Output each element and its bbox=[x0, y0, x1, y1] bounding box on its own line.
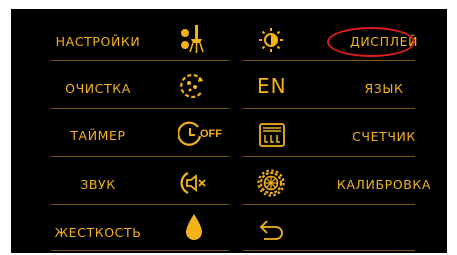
divider bbox=[51, 108, 229, 109]
counter-icon bbox=[259, 123, 285, 147]
hardness-label: ЖЕСТКОСТЬ bbox=[54, 225, 142, 240]
divider bbox=[51, 156, 229, 157]
calibration-gear-icon bbox=[257, 169, 285, 197]
water-drop-icon bbox=[186, 214, 202, 240]
language-icon: EN bbox=[257, 74, 287, 98]
display-highlight-oval bbox=[327, 27, 415, 57]
language-menu-item[interactable]: EN ЯЗЫК bbox=[239, 61, 447, 109]
timer-off-icon: OFF bbox=[178, 121, 222, 146]
back-arrow-icon bbox=[259, 220, 283, 240]
divider bbox=[51, 204, 229, 205]
counter-label: СЧЕТЧИК bbox=[352, 129, 416, 144]
hardness-menu-item[interactable]: ЖЕСТКОСТЬ bbox=[11, 205, 239, 253]
back-menu-item[interactable] bbox=[239, 205, 447, 253]
sound-off-icon bbox=[180, 172, 206, 194]
divider bbox=[243, 108, 415, 109]
cleaning-icon bbox=[180, 73, 203, 99]
sound-menu-item[interactable]: ЗВУК bbox=[11, 157, 239, 205]
settings-icon bbox=[181, 25, 204, 53]
divider bbox=[51, 250, 229, 251]
timer-menu-item[interactable]: ТАЙМЕР OFF bbox=[11, 109, 239, 157]
timer-off-text: OFF bbox=[200, 128, 222, 140]
divider bbox=[243, 250, 415, 251]
counter-menu-item[interactable]: СЧЕТЧИК bbox=[239, 109, 447, 157]
cleaning-menu-item[interactable]: ОЧИСТКА bbox=[11, 61, 239, 109]
divider bbox=[243, 204, 415, 205]
settings-menu-item[interactable]: НАСТРОЙКИ bbox=[11, 9, 239, 61]
calibration-menu-item[interactable]: КАЛИБРОВКА bbox=[239, 157, 447, 205]
brightness-icon bbox=[259, 28, 283, 52]
calibration-label: КАЛИБРОВКА bbox=[336, 177, 432, 192]
sound-label: ЗВУК bbox=[80, 177, 116, 192]
menu-screen: НАСТРОЙКИ ОЧИСТКА ТАЙМЕР OFF ЗВУК ЖЕСТКО… bbox=[11, 9, 447, 253]
cleaning-label: ОЧИСТКА bbox=[65, 81, 131, 96]
divider bbox=[51, 60, 229, 61]
divider bbox=[243, 60, 415, 61]
settings-label: НАСТРОЙКИ bbox=[55, 34, 141, 49]
divider bbox=[243, 156, 415, 157]
timer-label: ТАЙМЕР bbox=[70, 128, 126, 143]
language-label: ЯЗЫК bbox=[364, 81, 404, 96]
